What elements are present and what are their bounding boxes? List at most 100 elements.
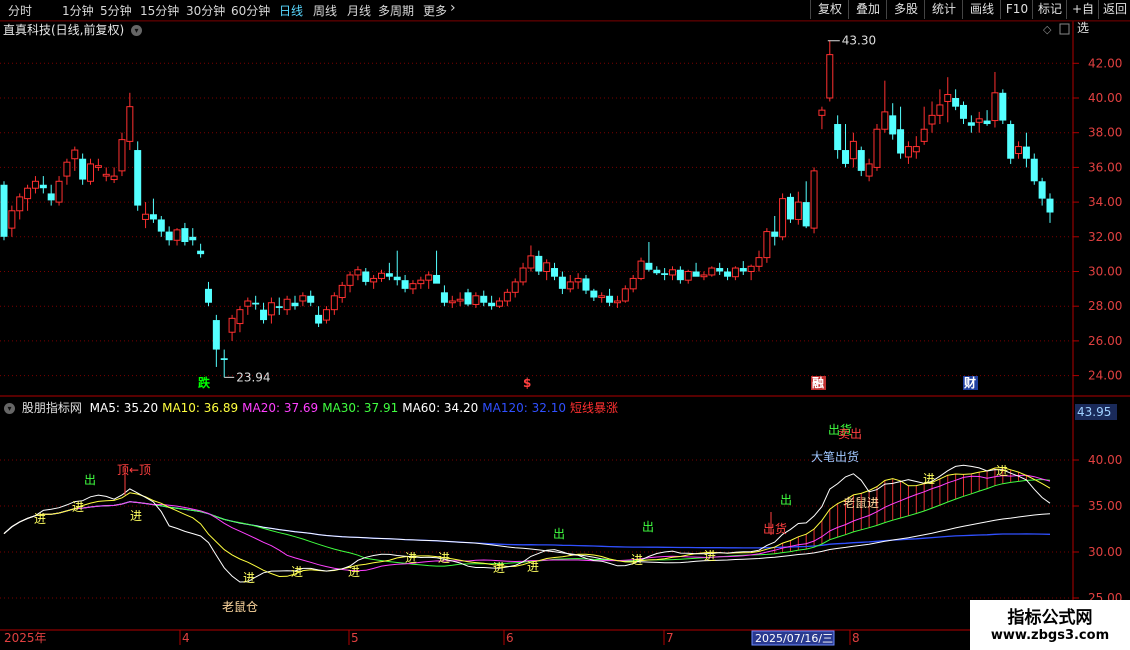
candle-body [464, 292, 472, 305]
annotation-jin-7: 进 [438, 551, 450, 565]
candle-body [763, 231, 771, 259]
candle-body [1030, 158, 1038, 182]
ma-legend-3: MA30: 37.91 [322, 401, 399, 415]
candle-body [204, 288, 212, 303]
y-tick-label: 34.00 [1088, 195, 1122, 209]
candle-body [967, 122, 975, 126]
candle-body [920, 128, 928, 142]
candle-body [275, 306, 283, 308]
candle-body [1046, 198, 1054, 213]
candle-body [299, 295, 307, 302]
candle-body [991, 92, 999, 122]
candle-body [904, 146, 912, 158]
ma-legend-0: MA5: 35.20 [89, 401, 159, 415]
candle-body [126, 106, 134, 142]
candle-body [456, 298, 464, 302]
y-tick-label: 40.00 [1088, 91, 1122, 105]
y-tick-label: 42.00 [1088, 56, 1122, 70]
event-marker-2: 融 [812, 375, 824, 390]
candle-body [252, 302, 260, 305]
candle-body [511, 281, 519, 293]
candle-body [621, 288, 629, 302]
candle-body [551, 268, 559, 277]
candle-body [134, 150, 142, 206]
watermark-title: 指标公式网 [1007, 608, 1093, 628]
timeline-label-3: 6 [506, 631, 514, 645]
candle-body [1022, 146, 1030, 159]
candle-body [692, 271, 700, 277]
ma-legend-1: MA10: 36.89 [162, 401, 239, 415]
y-tick-label: 38.00 [1088, 126, 1122, 140]
annotation-jin-1: 进 [72, 500, 84, 514]
candle-body [71, 149, 79, 160]
candle-body [519, 267, 527, 283]
candle-body [228, 317, 236, 333]
candle-body [385, 273, 393, 277]
annotation-jin-3: 进 [243, 571, 255, 585]
ma-legend-4: MA60: 34.20 [402, 401, 479, 415]
annotation-jin-4: 进 [291, 565, 303, 579]
candle-body [401, 280, 409, 289]
candle-body [873, 128, 881, 168]
watermark: 指标公式网 www.zbgs3.com [970, 600, 1130, 650]
annotation-laoshujin-21: 老鼠进 [843, 496, 879, 510]
candle-body [849, 140, 857, 160]
candle-body [826, 54, 834, 99]
candle-body [440, 292, 448, 303]
candle-body [606, 295, 614, 303]
candle-body [834, 124, 842, 151]
candle-body [881, 111, 889, 130]
candle-body [668, 269, 676, 276]
candle-body [566, 281, 574, 290]
candle-body [197, 250, 205, 255]
annotation-jin-13: 进 [996, 464, 1008, 478]
candle-body [315, 314, 323, 324]
candle-body [975, 118, 983, 123]
candle-body [260, 309, 268, 321]
candle-body [338, 284, 346, 299]
ind-y-tick-label: 30.00 [1088, 545, 1122, 559]
event-marker-0: 跌 [198, 375, 211, 390]
annotation-dabi-20: 大笔出货 [811, 449, 859, 464]
candle-body [786, 196, 794, 220]
candle-body [393, 276, 401, 281]
candles [0, 40, 1054, 378]
candle-body [842, 150, 850, 164]
candle-body [283, 298, 291, 311]
candle-body [8, 210, 16, 229]
annotation-chu-16: 出 [642, 520, 654, 534]
candle-body [676, 269, 684, 281]
candle-body [165, 231, 173, 241]
candle-body [724, 271, 732, 277]
candle-body [708, 267, 716, 276]
candle-body [535, 255, 543, 272]
candle-body [779, 198, 787, 238]
candle-body [480, 295, 488, 303]
candle-body [558, 276, 566, 289]
ma-legend-5: MA120: 32.10 [482, 401, 566, 415]
timeline-label-4: 7 [666, 631, 674, 645]
annotation-chuhuo-22: 出货 [763, 521, 787, 536]
candle-body [47, 193, 55, 201]
cursor-date: 2025/07/16/三 [755, 632, 833, 645]
annotation-jin-2: 进 [130, 509, 142, 523]
annotation-jin-12: 进 [923, 472, 935, 486]
candle-body [157, 219, 165, 232]
candle-body [1015, 146, 1023, 155]
candle-body [0, 184, 8, 237]
candle-body [63, 161, 71, 177]
candle-body [409, 283, 417, 290]
candle-body [629, 277, 637, 290]
candle-body [307, 295, 315, 303]
candle-body [1007, 124, 1015, 159]
candle-body [267, 302, 275, 316]
candle-body [794, 201, 802, 220]
candle-body [378, 272, 386, 279]
candle-body [739, 268, 747, 272]
candle-body [362, 271, 370, 282]
indicator-name[interactable]: 股朋指标网 [22, 401, 82, 415]
candle-body [370, 277, 378, 283]
chevron-down-icon[interactable]: ▾ [4, 403, 15, 414]
candle-body [613, 300, 621, 304]
candle-body [802, 202, 810, 227]
